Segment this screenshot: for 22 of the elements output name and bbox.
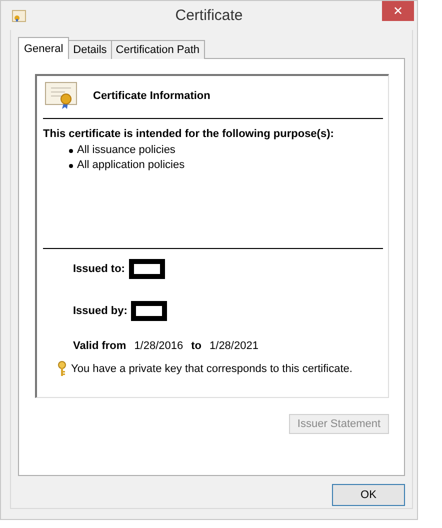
valid-from-label: Valid from [73,338,126,354]
close-button[interactable]: ✕ [382,1,414,21]
key-icon [57,361,67,378]
valid-to-date: 1/28/2021 [210,338,258,354]
tab[interactable]: General [18,37,70,59]
valid-to-label: to [191,338,202,354]
issued-by-label: Issued by: [73,304,128,318]
purpose-item: All application policies [77,158,185,172]
issued-to-label: Issued to: [73,262,125,276]
purpose-item: All issuance policies [77,143,176,158]
ok-button[interactable]: OK [332,484,405,506]
certificate-icon [45,82,77,110]
bullet-icon [69,149,73,154]
bullet-icon [69,164,73,168]
tab[interactable]: Certification Path [110,40,205,59]
valid-from-date: 1/28/2016 [134,338,184,354]
private-key-note: You have a private key that corresponds to this certificate. [71,362,352,376]
tab[interactable]: Details [68,40,112,59]
section-heading: Certificate Information [93,88,210,104]
purpose-intro: This certificate is intended for the following purpose(s): [43,127,335,142]
window-title: Certificate [175,6,243,26]
certificate-icon [12,10,26,22]
